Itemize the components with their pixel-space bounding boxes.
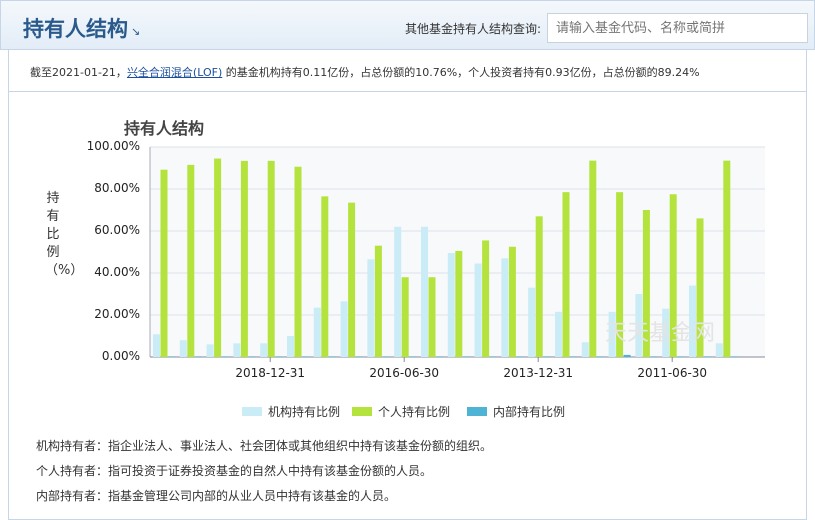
bar-individual[interactable] <box>723 160 731 357</box>
legend-swatch <box>467 407 487 416</box>
bar-institution[interactable] <box>260 343 268 357</box>
bar-internal[interactable] <box>302 356 309 357</box>
bar-institution[interactable] <box>367 259 375 357</box>
bar-institution[interactable] <box>447 253 455 357</box>
note-label: 个人持有者： <box>36 464 109 478</box>
legend-label: 机构持有比例 <box>268 405 341 419</box>
bar-individual[interactable] <box>508 246 516 357</box>
bar-internal[interactable] <box>194 356 202 357</box>
bar-individual[interactable] <box>482 240 490 357</box>
bar-individual[interactable] <box>267 160 275 357</box>
bar-individual[interactable] <box>348 202 356 357</box>
legend-label: 个人持有比例 <box>378 405 451 419</box>
bar-individual[interactable] <box>294 166 302 357</box>
x-tick-label: 2013-12-31 <box>503 366 574 380</box>
legend-item[interactable]: 机构持有比例 <box>242 403 340 420</box>
bar-individual[interactable] <box>321 196 329 357</box>
bar-internal[interactable] <box>462 356 470 357</box>
x-tick-label: 2011-06-30 <box>637 366 708 380</box>
bar-internal[interactable] <box>275 356 283 357</box>
bar-individual[interactable] <box>214 158 222 357</box>
bar-institution[interactable] <box>179 340 187 357</box>
bar-individual[interactable] <box>535 216 543 357</box>
bar-internal[interactable] <box>328 356 336 357</box>
bar-institution[interactable] <box>581 342 589 357</box>
bar-internal[interactable] <box>543 356 551 357</box>
bar-internal[interactable] <box>570 356 577 357</box>
bar-internal[interactable] <box>382 356 390 357</box>
bar-institution[interactable] <box>206 344 214 357</box>
bar-institution[interactable] <box>394 226 402 357</box>
bar-internal[interactable] <box>516 356 524 357</box>
x-tick-label: 2018-12-31 <box>235 366 306 380</box>
bar-internal[interactable] <box>248 356 256 357</box>
bar-individual[interactable] <box>428 277 436 357</box>
bar-individual[interactable] <box>455 250 463 357</box>
bar-internal[interactable] <box>221 356 229 357</box>
legend-swatch <box>352 407 372 416</box>
bar-individual[interactable] <box>401 277 409 357</box>
definition-note: 个人持有者：指可投资于证券投资基金的自然人中持有该基金份额的人员。 <box>36 462 432 479</box>
note-label: 机构持有者： <box>36 439 109 453</box>
note-text: 指基金管理公司内部的从业人员中持有该基金的人员。 <box>108 489 397 503</box>
legend-label: 内部持有比例 <box>493 405 566 419</box>
bar-individual[interactable] <box>187 164 195 357</box>
bar-institution[interactable] <box>528 287 536 357</box>
bar-institution[interactable] <box>233 343 241 357</box>
bar-internal[interactable] <box>704 356 711 357</box>
bar-internal[interactable] <box>596 356 604 357</box>
bar-internal[interactable] <box>623 354 631 357</box>
legend-item[interactable]: 个人持有比例 <box>352 403 450 420</box>
bar-institution[interactable] <box>421 226 428 357</box>
bar-individual[interactable] <box>160 169 168 357</box>
x-tick-label: 2016-06-30 <box>369 366 440 380</box>
bar-internal[interactable] <box>489 356 497 357</box>
bar-internal[interactable] <box>677 356 685 357</box>
bar-internal[interactable] <box>730 356 738 357</box>
bar-individual[interactable] <box>240 160 248 357</box>
bar-internal[interactable] <box>355 356 363 357</box>
legend-swatch <box>242 407 262 416</box>
bar-institution[interactable] <box>715 343 723 357</box>
bar-internal[interactable] <box>436 356 443 357</box>
bar-institution[interactable] <box>287 336 294 357</box>
bar-internal[interactable] <box>168 356 175 357</box>
bar-institution[interactable] <box>501 258 509 357</box>
note-text: 指可投资于证券投资基金的自然人中持有该基金份额的人员。 <box>108 464 433 478</box>
definition-note: 机构持有者：指企业法人、事业法人、社会团体或其他组织中持有该基金份额的组织。 <box>36 437 492 454</box>
bar-individual[interactable] <box>589 160 597 357</box>
bar-institution[interactable] <box>313 307 321 357</box>
definition-note: 内部持有者：指基金管理公司内部的从业人员中持有该基金的人员。 <box>36 487 396 504</box>
bar-individual[interactable] <box>562 192 570 357</box>
note-text: 指企业法人、事业法人、社会团体或其他组织中持有该基金份额的组织。 <box>108 439 493 453</box>
bar-institution[interactable] <box>153 334 160 357</box>
legend-item[interactable]: 内部持有比例 <box>467 403 565 420</box>
bar-institution[interactable] <box>340 301 348 357</box>
bar-individual[interactable] <box>374 245 382 357</box>
bar-institution[interactable] <box>474 263 482 357</box>
bar-institution[interactable] <box>555 311 562 357</box>
watermark: 天天基金网 <box>605 321 715 346</box>
bar-chart: 天天基金网 <box>149 146 765 362</box>
bar-internal[interactable] <box>409 356 417 357</box>
note-label: 内部持有者： <box>36 489 109 503</box>
bar-internal[interactable] <box>650 356 658 357</box>
